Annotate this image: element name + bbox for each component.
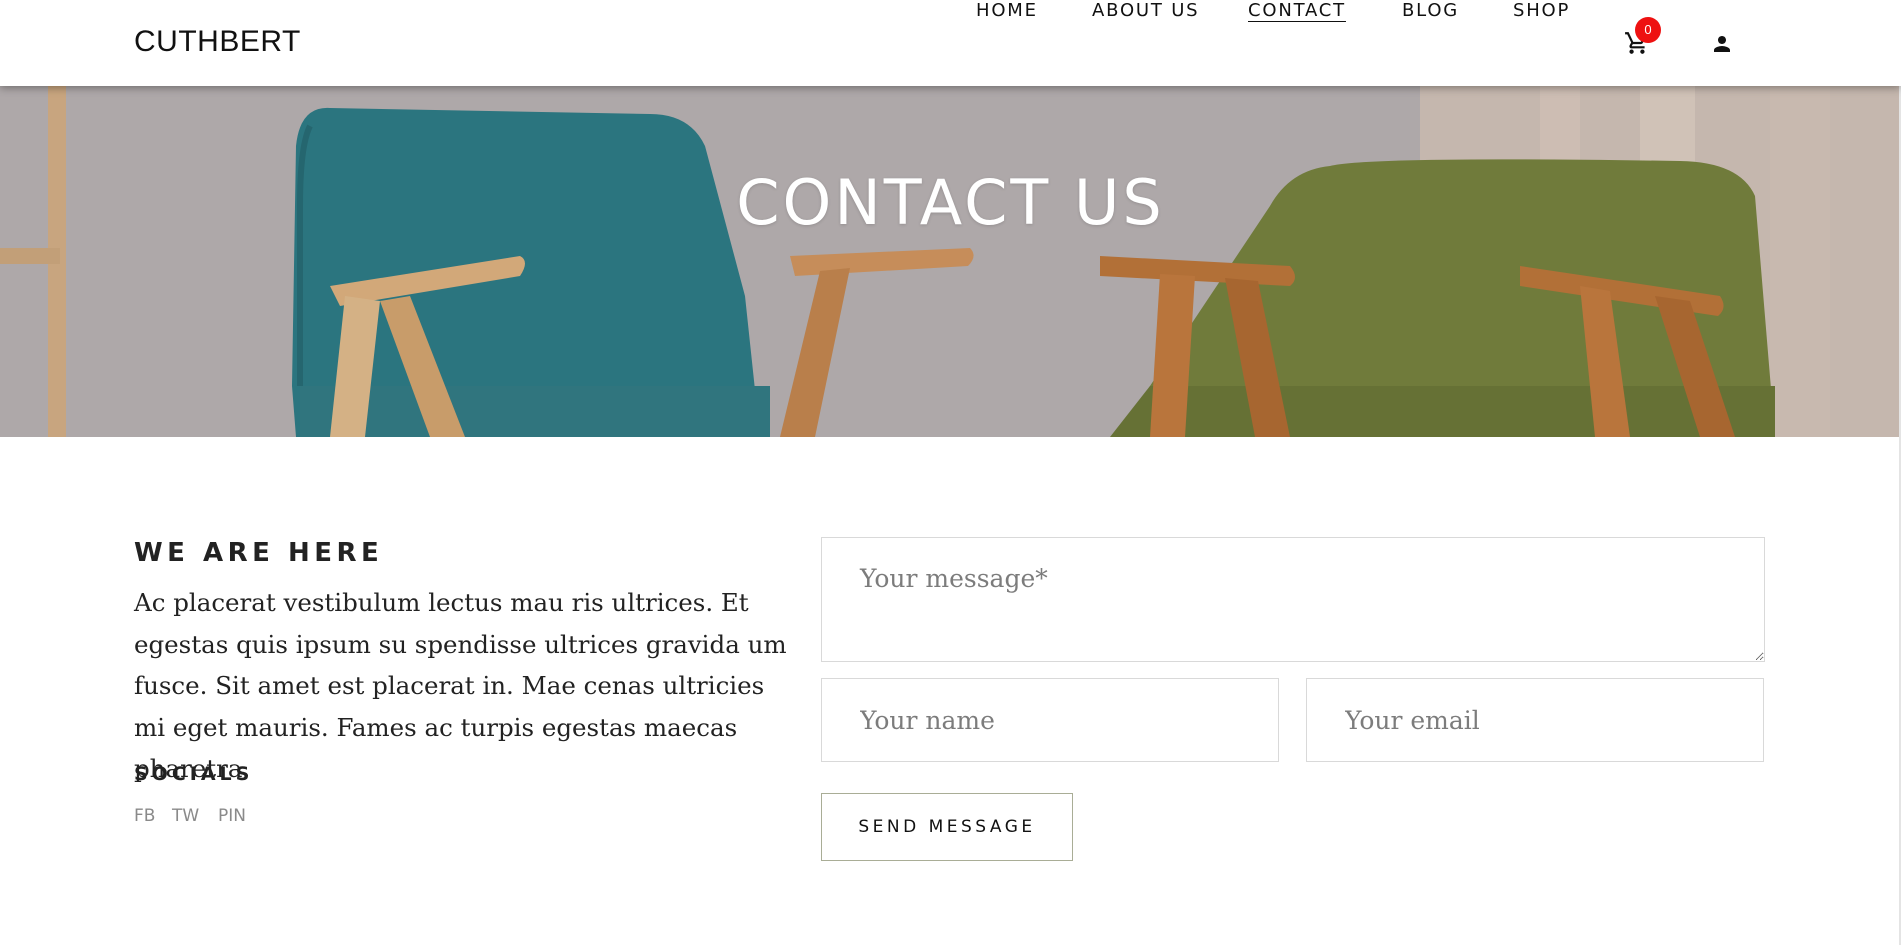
cart-count-badge: 0 — [1635, 17, 1661, 43]
nav-blog[interactable]: BLOG — [1402, 0, 1459, 21]
message-field[interactable] — [821, 537, 1765, 662]
user-icon[interactable] — [1710, 32, 1734, 56]
send-message-button[interactable]: SEND MESSAGE — [821, 793, 1073, 861]
social-link-fb[interactable]: FB — [134, 806, 155, 826]
intro-paragraph: Ac placerat vestibulum lectus mau ris ul… — [134, 588, 787, 783]
site-header: CUTHBERT HOME ABOUT US CONTACT BLOG SHOP… — [0, 0, 1901, 86]
email-field[interactable] — [1306, 678, 1764, 762]
site-logo[interactable]: CUTHBERT — [134, 25, 301, 59]
name-field[interactable] — [821, 678, 1279, 762]
nav-home[interactable]: HOME — [976, 0, 1038, 21]
nav-contact[interactable]: CONTACT — [1248, 0, 1346, 21]
nav-shop[interactable]: SHOP — [1513, 0, 1570, 21]
nav-about-us[interactable]: ABOUT US — [1092, 0, 1199, 21]
socials-heading: SOCIALS — [134, 763, 254, 785]
page-title: CONTACT US — [736, 166, 1165, 239]
section-heading: WE ARE HERE — [134, 538, 384, 568]
social-link-pin[interactable]: PIN — [218, 806, 246, 826]
social-link-tw[interactable]: TW — [172, 806, 199, 826]
hero-chairs-image — [0, 86, 1901, 437]
hero-banner: CONTACT US — [0, 86, 1901, 437]
